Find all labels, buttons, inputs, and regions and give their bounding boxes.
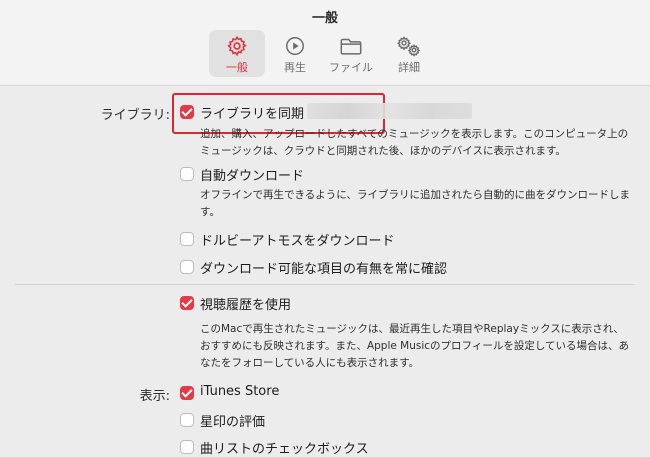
dolby-atmos-label: ドルビーアトモスをダウンロード — [200, 234, 395, 249]
song-checkbox-label: 曲リストのチェックボックス — [200, 442, 369, 457]
sync-library-checkbox[interactable] — [180, 105, 194, 119]
sync-library-label: ライブラリを同期 — [200, 107, 305, 122]
section-divider — [15, 284, 635, 285]
tab-general[interactable]: 一般 — [209, 30, 265, 77]
display-section-label: 表示: — [139, 389, 170, 404]
use-history-label: 視聴履歴を使用 — [200, 298, 292, 313]
itunes-store-label: iTunes Store — [200, 384, 280, 399]
star-rating-label: 星印の評価 — [200, 415, 266, 430]
window-title: 一般 — [311, 11, 338, 26]
account-name-redacted — [307, 103, 472, 119]
dolby-atmos-checkbox[interactable] — [180, 232, 194, 246]
always-check-label: ダウンロード可能な項目の有無を常に確認 — [200, 262, 448, 277]
folder-icon — [323, 35, 379, 57]
auto-download-label: 自動ダウンロード — [200, 169, 305, 184]
itunes-store-checkbox[interactable] — [180, 386, 194, 400]
sync-library-description: 追加、購入、アップロードしたすべてのミュージックを表示します。このコンピュータ上… — [200, 128, 629, 157]
tab-advanced[interactable]: 詳細 — [381, 30, 437, 77]
always-check-checkbox[interactable] — [180, 260, 194, 274]
auto-download-checkbox[interactable] — [180, 167, 194, 181]
tab-playback-label: 再生 — [284, 61, 306, 74]
tab-files-label: ファイル — [329, 61, 373, 74]
auto-download-description: オフラインで再生できるように、ライブラリに追加されたら自動的に曲をダウンロードし… — [200, 189, 630, 218]
tab-files[interactable]: ファイル — [323, 30, 379, 77]
star-rating-checkbox[interactable] — [180, 413, 194, 427]
preferences-toolbar: 一般 一般 再生 ファイル 詳細 — [0, 0, 650, 86]
play-circle-icon — [267, 35, 323, 57]
tab-general-label: 一般 — [226, 61, 248, 74]
gears-icon — [381, 35, 437, 57]
gear-icon — [209, 35, 265, 57]
tab-advanced-label: 詳細 — [398, 61, 420, 74]
song-checkbox-checkbox[interactable] — [180, 440, 194, 454]
tab-playback[interactable]: 再生 — [267, 30, 323, 77]
use-history-description: このMacで再生されたミュージックは、最近再生した項目やReplayミックスに表… — [200, 323, 630, 369]
use-history-checkbox[interactable] — [180, 296, 194, 310]
library-section-label: ライブラリ: — [100, 108, 170, 123]
